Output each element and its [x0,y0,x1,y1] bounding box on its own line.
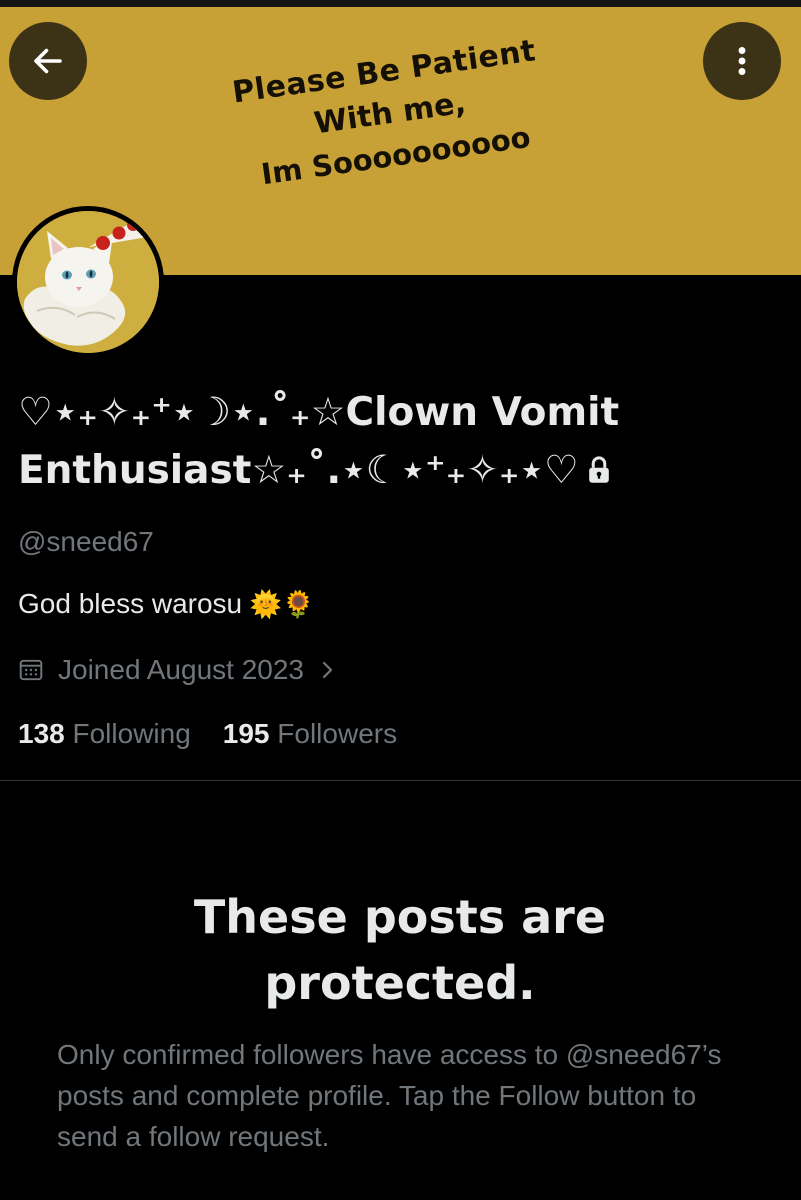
calendar-icon [19,659,43,681]
more-options-button[interactable] [703,22,781,100]
banner-text: Please Be Patient With me, Im Sooooooooo… [203,27,577,202]
divider [0,780,801,781]
bio-emojis: 🌞🌻 [249,590,315,620]
avatar-image [17,211,159,353]
protected-message: Only confirmed followers have access to … [57,1039,722,1152]
user-handle: @sneed67 [18,526,154,557]
display-name-text: ♡⋆₊✧₊⁺⋆☽⋆.˚₊☆Clown Vomit Enthusiast☆₊˚.⋆… [18,390,620,493]
back-button[interactable] [9,22,87,100]
bio-text: God bless warosu [18,588,243,619]
following-count: 138 [18,718,65,749]
bio: God bless warosu 🌞🌻 [18,588,315,620]
protected-title: These posts are protected. [193,890,607,1010]
arrow-left-icon [34,48,62,74]
followers-link[interactable]: 195 Followers [223,718,397,750]
avatar[interactable] [12,206,164,358]
joined-date[interactable]: Joined August 2023 [18,654,338,686]
chevron-right-icon [322,661,333,679]
display-name: ♡⋆₊✧₊⁺⋆☽⋆.˚₊☆Clown Vomit Enthusiast☆₊˚.⋆… [18,384,788,502]
joined-text: Joined August 2023 [58,654,304,685]
followers-count: 195 [222,718,270,749]
status-strip [0,0,801,7]
followers-label: Followers [277,718,398,749]
following-label: Following [72,718,191,749]
follow-stats: 138 Following 195 Followers [18,718,397,750]
lock-icon [585,444,613,502]
following-link[interactable]: 138 Following [18,718,191,750]
more-vertical-icon [738,47,746,75]
